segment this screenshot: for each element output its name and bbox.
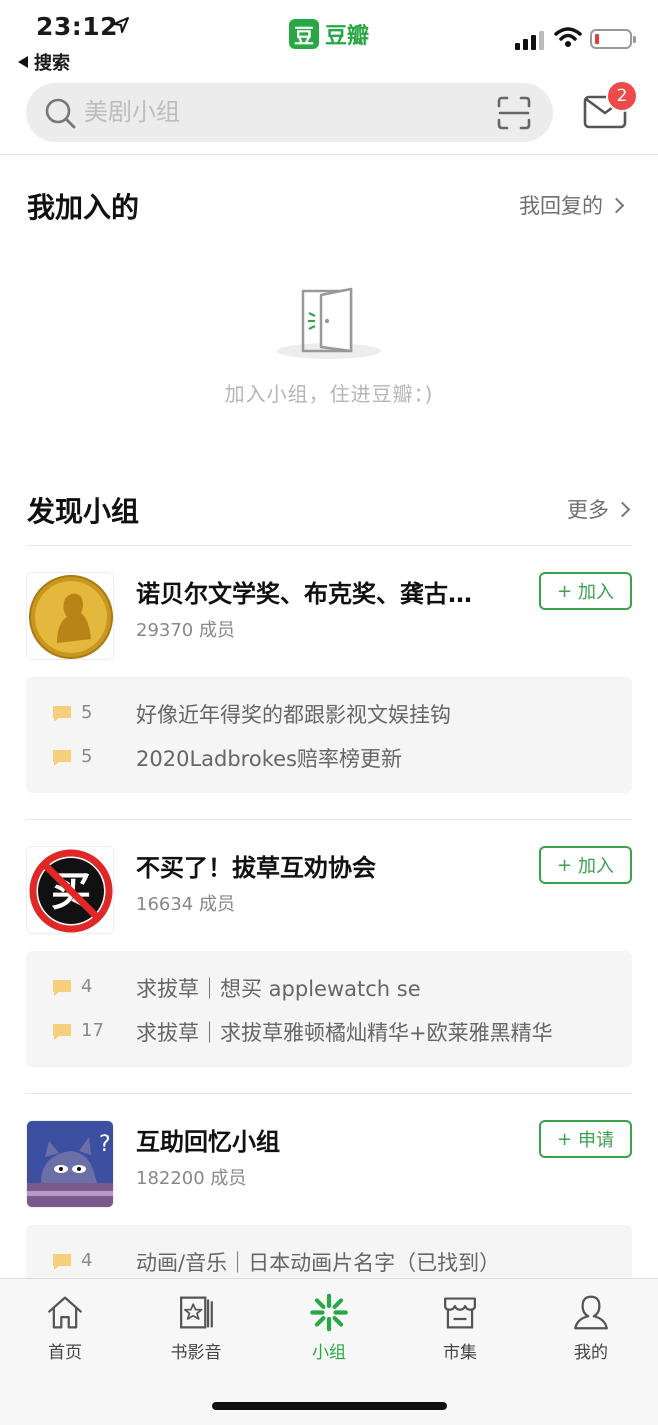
group-name[interactable]: 互助回忆小组 (136, 1122, 516, 1157)
join-label: 加入 (578, 856, 615, 877)
search-input[interactable] (84, 95, 464, 129)
join-label: 加入 (578, 582, 615, 603)
plus-icon: + (556, 580, 573, 602)
comment-count: 4 (81, 976, 93, 997)
plus-icon: + (556, 854, 573, 876)
apply-label: 申请 (578, 1130, 615, 1151)
tab-label: 书影音 (170, 1343, 222, 1363)
douban-logo-icon: 豆 (289, 19, 319, 49)
post-title[interactable]: 2020Ladbrokes赔率榜更新 (136, 743, 402, 773)
plus-icon: + (556, 1128, 573, 1150)
search-icon (45, 98, 76, 129)
my-replies-label: 我回复的 (519, 194, 603, 218)
comment-icon (53, 750, 71, 766)
empty-joined-text: 加入小组，住进豆瓣：) (224, 382, 434, 406)
more-groups-link[interactable]: 更多 (567, 494, 631, 524)
discover-title: 发现小组 (27, 495, 140, 528)
battery-icon (590, 29, 636, 49)
door-illustration-icon (277, 287, 381, 359)
chevron-right-icon (614, 501, 631, 517)
tab-media[interactable]: 书影音 (151, 1293, 241, 1363)
join-group-button[interactable]: + 加入 (539, 572, 632, 610)
post-title[interactable]: 求拔草｜求拔草雅顿橘灿精华+欧莱雅黑精华 (136, 1017, 553, 1047)
post-item[interactable]: 5 2020Ladbrokes赔率榜更新 (26, 738, 632, 778)
tab-groups[interactable]: 小组 (284, 1293, 374, 1363)
comment-count: 17 (81, 1020, 104, 1041)
post-item[interactable]: 4 动画/音乐｜日本动画片名字（已找到） (26, 1242, 632, 1280)
group-name[interactable]: 诺贝尔文学奖、布克奖、龚古… (136, 574, 516, 609)
tab-label: 首页 (48, 1343, 82, 1363)
group-posts: 4 求拔草｜想买 applewatch se 17 求拔草｜求拔草雅顿橘灿精华+… (26, 951, 632, 1067)
group-card[interactable]: ? 互助回忆小组 182200 成员 + 申请 4 动画/音乐｜日本动画片名字（… (26, 1120, 632, 1280)
chevron-right-icon (608, 197, 625, 213)
group-avatar[interactable]: ? (26, 1120, 114, 1208)
cartoon-cat-avatar-icon: ? (27, 1121, 113, 1207)
cellular-signal-icon (515, 30, 544, 50)
tab-home[interactable]: 首页 (20, 1293, 110, 1363)
post-item[interactable]: 17 求拔草｜求拔草雅顿橘灿精华+欧莱雅黑精华 (26, 1012, 632, 1052)
group-member-count: 182200 成员 (136, 1168, 247, 1189)
scan-icon[interactable] (496, 95, 532, 131)
post-title[interactable]: 好像近年得奖的都跟影视文娱挂钩 (136, 699, 451, 729)
home-indicator (212, 1402, 447, 1410)
back-app-label: 搜索 (34, 53, 70, 74)
group-divider (26, 1093, 632, 1094)
home-icon (48, 1296, 82, 1329)
wifi-icon (554, 27, 582, 47)
apply-group-button[interactable]: + 申请 (539, 1120, 632, 1158)
search-bar[interactable] (26, 83, 553, 142)
post-title[interactable]: 动画/音乐｜日本动画片名字（已找到） (136, 1247, 500, 1277)
tab-market[interactable]: 市集 (415, 1293, 505, 1363)
brand-name: 豆瓣 (325, 24, 370, 49)
post-item[interactable]: 4 求拔草｜想买 applewatch se (26, 968, 632, 1008)
svg-text:?: ? (99, 1132, 111, 1157)
comment-count: 5 (81, 702, 93, 723)
mail-badge: 2 (606, 80, 638, 112)
group-posts: 4 动画/音乐｜日本动画片名字（已找到） (26, 1225, 632, 1280)
no-buy-sign-icon: 买 (27, 847, 113, 933)
group-avatar[interactable] (26, 572, 114, 660)
comment-icon (53, 1254, 71, 1270)
tab-label: 我的 (574, 1343, 608, 1363)
group-divider (26, 819, 632, 820)
my-replies-link[interactable]: 我回复的 (519, 190, 625, 220)
more-label: 更多 (567, 498, 609, 522)
group-member-count: 29370 成员 (136, 620, 235, 641)
group-card[interactable]: 买 不买了！拔草互劝协会 16634 成员 + 加入 4 求拔草｜想买 appl… (26, 846, 632, 1068)
media-icon (180, 1296, 213, 1329)
comment-icon (53, 980, 71, 996)
group-icon (310, 1293, 348, 1332)
group-name[interactable]: 不买了！拔草互劝协会 (136, 848, 516, 883)
comment-count: 5 (81, 746, 93, 767)
post-item[interactable]: 5 好像近年得奖的都跟影视文娱挂钩 (26, 694, 632, 734)
market-icon (444, 1297, 476, 1329)
comment-icon (53, 706, 71, 722)
header-divider (0, 154, 658, 155)
comment-count: 4 (81, 1250, 93, 1271)
tab-profile[interactable]: 我的 (546, 1293, 636, 1363)
group-posts: 5 好像近年得奖的都跟影视文娱挂钩 5 2020Ladbrokes赔率榜更新 (26, 677, 632, 793)
comment-icon (53, 1024, 71, 1040)
status-time: 23:12 (36, 12, 119, 41)
tab-label: 市集 (443, 1343, 477, 1363)
brand: 豆 豆瓣 (289, 18, 369, 50)
join-group-button[interactable]: + 加入 (539, 846, 632, 884)
joined-title: 我加入的 (27, 191, 140, 224)
profile-icon (574, 1295, 608, 1330)
group-member-count: 16634 成员 (136, 894, 235, 915)
nobel-medal-icon (27, 573, 113, 659)
status-bar: 23:12 搜索 豆 豆瓣 (0, 0, 658, 76)
location-arrow-icon (113, 17, 129, 33)
section-divider (26, 545, 632, 546)
back-triangle-icon (18, 56, 28, 68)
group-avatar[interactable]: 买 (26, 846, 114, 934)
group-card[interactable]: 诺贝尔文学奖、布克奖、龚古… 29370 成员 + 加入 5 好像近年得奖的都跟… (26, 572, 632, 794)
back-to-app-link[interactable]: 搜索 (18, 49, 70, 75)
tab-label: 小组 (312, 1343, 346, 1363)
post-title[interactable]: 求拔草｜想买 applewatch se (136, 973, 421, 1003)
